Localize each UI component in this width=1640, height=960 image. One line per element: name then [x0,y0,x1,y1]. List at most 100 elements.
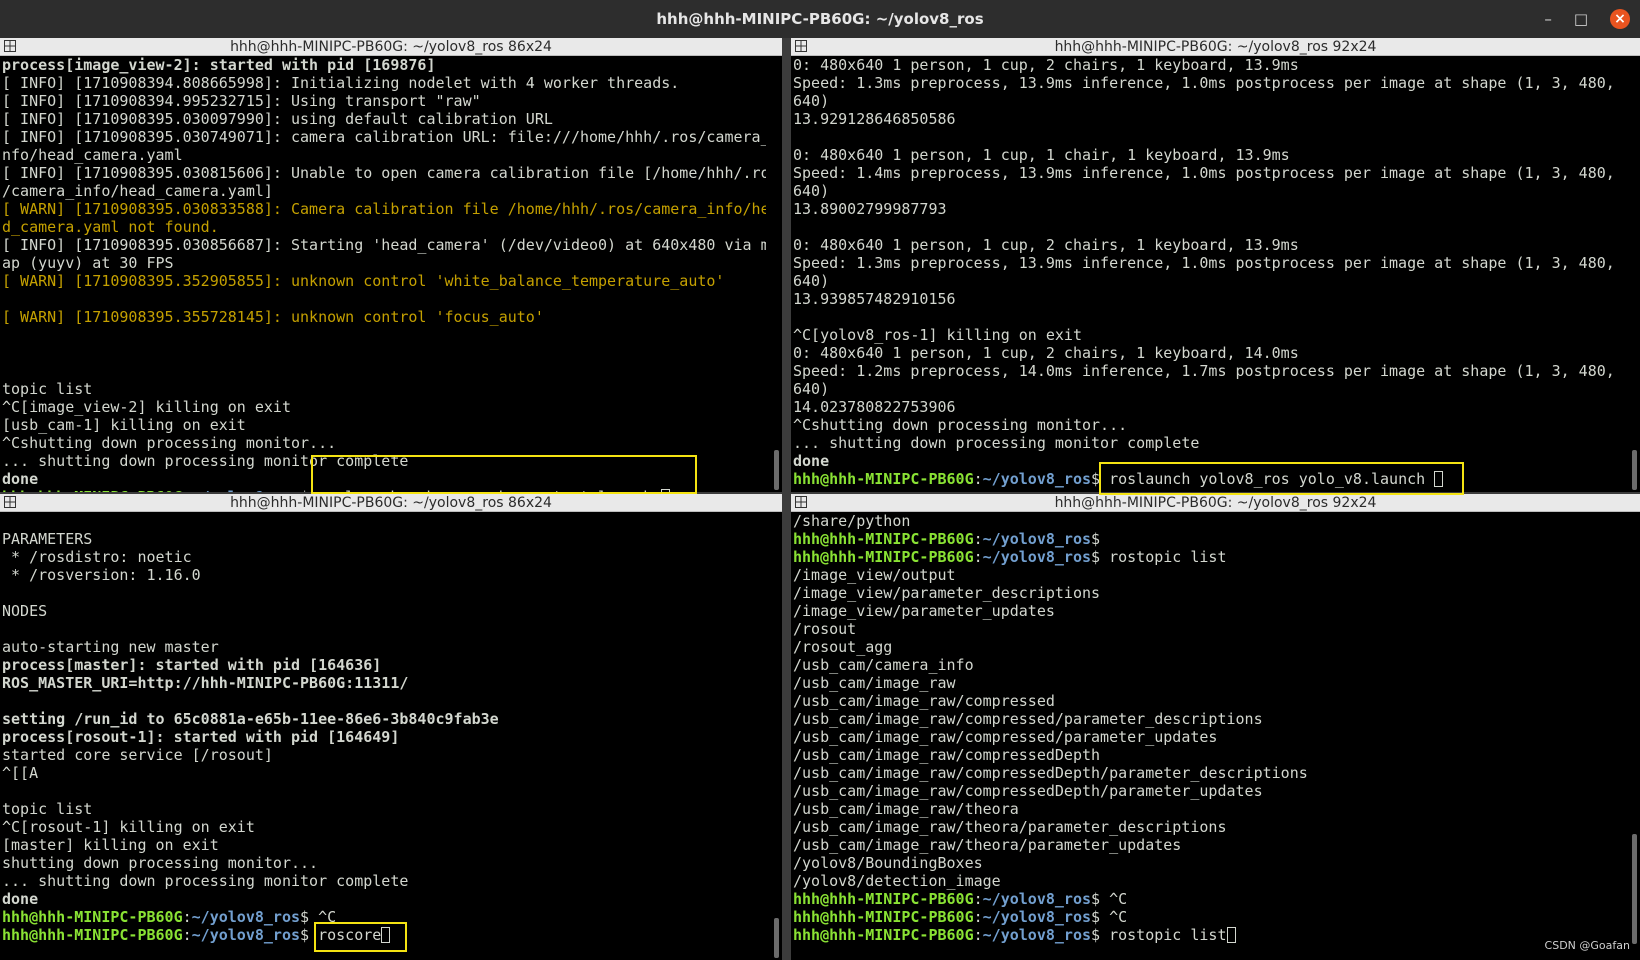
text-cursor [1226,927,1236,943]
output-line: [usb_cam-1] killing on exit [2,416,246,434]
prompt-user-host: hhh@hhh-MINIPC-PB60G [793,890,974,908]
prompt-user-host: hhh@hhh-MINIPC-PB60G [793,470,974,488]
output-line: ap (yuyv) at 30 FPS [2,254,174,272]
output-line: ROS_MASTER_URI=http://hhh-MINIPC-PB60G:1… [2,674,409,692]
prompt-path: ~/yolov8_ros [982,926,1092,944]
highlight-box-roscore-command [314,922,407,952]
output-line: Speed: 1.2ms preprocess, 14.0ms inferenc… [793,362,1615,380]
output-line: /usb_cam/image_raw/compressed/parameter_… [793,710,1263,728]
terminal-split-icon[interactable] [795,40,807,52]
output-line: ^C[yolov8_ros-1] killing on exit [793,326,1082,344]
terminal-output[interactable]: PARAMETERS * /rosdistro: noetic * /rosve… [2,512,766,960]
window-title: hhh@hhh-MINIPC-PB60G: ~/yolov8_ros [656,10,984,28]
highlight-box-yolo-command [1099,462,1464,495]
output-line: auto-starting new master [2,638,219,656]
prompt-path: ~/yolov8_ros [191,926,301,944]
output-line: topic list [2,380,93,398]
highlight-box-usb-cam-command [311,455,697,494]
prompt-command: rostopic list [1109,926,1227,944]
output-line: Speed: 1.3ms preprocess, 13.9ms inferenc… [793,74,1615,92]
output-line: shutting down processing monitor... [2,854,319,872]
output-line: 640) [793,272,830,290]
output-line: 640) [793,182,830,200]
prompt-separator: : [973,926,983,944]
pane-divider-vertical[interactable] [782,38,791,960]
prompt-dollar: $ [1091,548,1110,566]
output-line: 13.939857482910156 [793,290,956,308]
terminal-output[interactable]: /share/python hhh@hhh-MINIPC-PB60G:~/yolo… [793,512,1624,960]
terminal-output[interactable]: process[image_view-2]: started with pid … [2,56,766,492]
output-line: started core service [/rosout] [2,746,273,764]
output-line: [ INFO] [1710908395.030097990]: using de… [2,110,553,128]
pane-title: hhh@hhh-MINIPC-PB60G: ~/yolov8_ros 86x24 [230,494,552,511]
prompt-separator: : [973,908,983,926]
minimize-button[interactable]: – [1544,10,1552,28]
output-line: /usb_cam/image_raw/compressed/parameter_… [793,728,1218,746]
pane-header: hhh@hhh-MINIPC-PB60G: ~/yolov8_ros 86x24 [0,494,782,512]
output-line: /usb_cam/image_raw/theora/parameter_desc… [793,818,1227,836]
output-line: 640) [793,92,830,110]
terminal-output[interactable]: 0: 480x640 1 person, 1 cup, 2 chairs, 1 … [793,56,1624,492]
prompt-dollar: $ [1091,890,1110,908]
output-line: ^Cshutting down processing monitor... [793,416,1128,434]
pane-title: hhh@hhh-MINIPC-PB60G: ~/yolov8_ros 86x24 [230,38,552,55]
output-line: /rosout [793,620,857,638]
prompt-line: hhh@hhh-MINIPC-PB60G:~/yolov8_ros$ rosto… [793,548,1624,566]
watermark: CSDN @Goafan [1544,939,1630,952]
output-line: setting /run_id to 65c0881a-e65b-11ee-86… [2,710,499,728]
active-prompt-line[interactable]: hhh@hhh-MINIPC-PB60G:~/yolov8_ros$ rosto… [793,926,1624,944]
terminal-pane-top-right[interactable]: hhh@hhh-MINIPC-PB60G: ~/yolov8_ros 92x24… [791,38,1640,492]
scrollbar-thumb[interactable] [1632,834,1637,944]
terminal-pane-bottom-left[interactable]: hhh@hhh-MINIPC-PB60G: ~/yolov8_ros 86x24… [0,494,782,960]
output-line: ... shutting down processing monitor com… [2,872,409,890]
terminal-split-icon[interactable] [4,40,16,52]
output-line: /usb_cam/camera_info [793,656,974,674]
scrollbar-thumb[interactable] [774,918,779,958]
output-line: [ INFO] [1710908395.030856687]: Starting… [2,236,766,254]
prompt-separator: : [973,530,983,548]
terminal-split-icon[interactable] [795,496,807,508]
output-line: 0: 480x640 1 person, 1 cup, 2 chairs, 1 … [793,56,1299,74]
prompt-user-host: hhh@hhh-MINIPC-PB60G [793,548,974,566]
window-controls: – □ × [1544,0,1630,38]
pane-header: hhh@hhh-MINIPC-PB60G: ~/yolov8_ros 92x24 [791,38,1640,56]
output-line: [master] killing on exit [2,836,219,854]
output-line: ^C[image_view-2] killing on exit [2,398,291,416]
output-line: ... shutting down processing monitor com… [793,434,1200,452]
prompt-separator: : [973,890,983,908]
prompt-line: hhh@hhh-MINIPC-PB60G:~/yolov8_ros$ ^C [793,890,1624,908]
output-line: PARAMETERS [2,530,93,548]
output-line: [ WARN] [1710908395.352905855]: unknown … [2,272,725,290]
terminal-split-icon[interactable] [4,496,16,508]
prompt-command: ^C [1109,890,1128,908]
terminal-pane-top-left[interactable]: hhh@hhh-MINIPC-PB60G: ~/yolov8_ros 86x24… [0,38,782,492]
output-line: process[master]: started with pid [16463… [2,656,382,674]
scrollbar-thumb[interactable] [774,450,779,490]
output-line: [ WARN] [1710908395.030833588]: Camera c… [2,200,766,218]
close-button[interactable]: × [1610,9,1630,29]
output-line: 0: 480x640 1 person, 1 cup, 1 chair, 1 k… [793,146,1290,164]
prompt-path: ~/yolov8_ros [982,548,1092,566]
output-line: * /rosversion: 1.16.0 [2,566,201,584]
maximize-button[interactable]: □ [1574,10,1588,28]
output-line: NODES [2,602,48,620]
output-line: * /rosdistro: noetic [2,548,192,566]
scrollbar-thumb[interactable] [1632,450,1637,490]
output-line: /usb_cam/image_raw/compressedDepth/param… [793,764,1308,782]
output-line: /image_view/parameter_updates [793,602,1055,620]
prompt-separator: : [182,908,192,926]
output-line: done [2,890,39,908]
output-line: /usb_cam/image_raw/compressed [793,692,1055,710]
prompt-dollar: $ [1091,926,1110,944]
output-line: process[image_view-2]: started with pid … [2,56,436,74]
pane-header: hhh@hhh-MINIPC-PB60G: ~/yolov8_ros 86x24 [0,38,782,56]
prompt-path: ~/yolov8_ros [982,908,1092,926]
terminal-pane-bottom-right[interactable]: hhh@hhh-MINIPC-PB60G: ~/yolov8_ros 92x24… [791,494,1640,960]
output-line: 640) [793,380,830,398]
